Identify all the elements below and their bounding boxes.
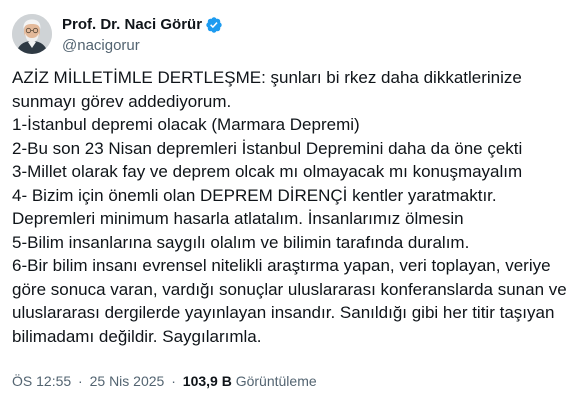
views-label: Görüntüleme [235,373,317,389]
handle[interactable]: @nacigorur [62,37,223,54]
avatar[interactable] [12,14,52,54]
tweet-line: sunmayı görev addediyorum. [12,91,232,111]
tweet-text: AZİZ MİLLETİMLE DERTLEŞME: şunları bi rk… [12,66,577,348]
tweet-line: 5-Bilim insanlarına saygılı olalım ve bi… [12,232,470,252]
tweet-date[interactable]: 25 Nis 2025 [90,373,165,389]
tweet-line: 6-Bir bilim insanı evrensel nitelikli ar… [12,256,551,275]
meta-separator: · [78,373,83,389]
meta-separator: · [171,373,176,389]
tweet-line: 2-Bu son 23 Nisan depremleri İstanbul De… [12,138,523,158]
profile-photo-icon [12,14,52,54]
tweet-meta: ÖS 12:55 · 25 Nis 2025 · 103,9 B Görüntü… [12,373,317,389]
name-row: Prof. Dr. Naci Görür [62,15,223,35]
views-count: 103,9 B [182,373,232,389]
tweet-line: bilimadamı değildir. Saygılarımla. [12,326,262,346]
tweet-line: 3-Millet olarak fay ve deprem olcak mı o… [12,162,523,181]
tweet-line: 4- Bizim için önemli olan DEPREM DİRENÇİ… [12,185,497,205]
author-names: Prof. Dr. Naci Görür @nacigorur [62,15,223,54]
tweet-header: Prof. Dr. Naci Görür @nacigorur [12,12,223,56]
tweet-line: uluslararası dergilerde yayınlayan insan… [12,303,555,322]
tweet-time[interactable]: ÖS 12:55 [12,373,71,389]
tweet-line: AZİZ MİLLETİMLE DERTLEŞME: şunları bi rk… [12,68,522,87]
display-name[interactable]: Prof. Dr. Naci Görür [62,16,202,33]
tweet-line: 1-İstanbul depremi olacak (Marmara Depre… [12,115,360,134]
tweet-line: göre sonuca varan, vardığı sonuçlar ulus… [12,279,567,299]
verified-badge-icon[interactable] [205,16,223,34]
tweet-line: Depremleri minimum hasarla atlatalım. İn… [12,209,464,228]
